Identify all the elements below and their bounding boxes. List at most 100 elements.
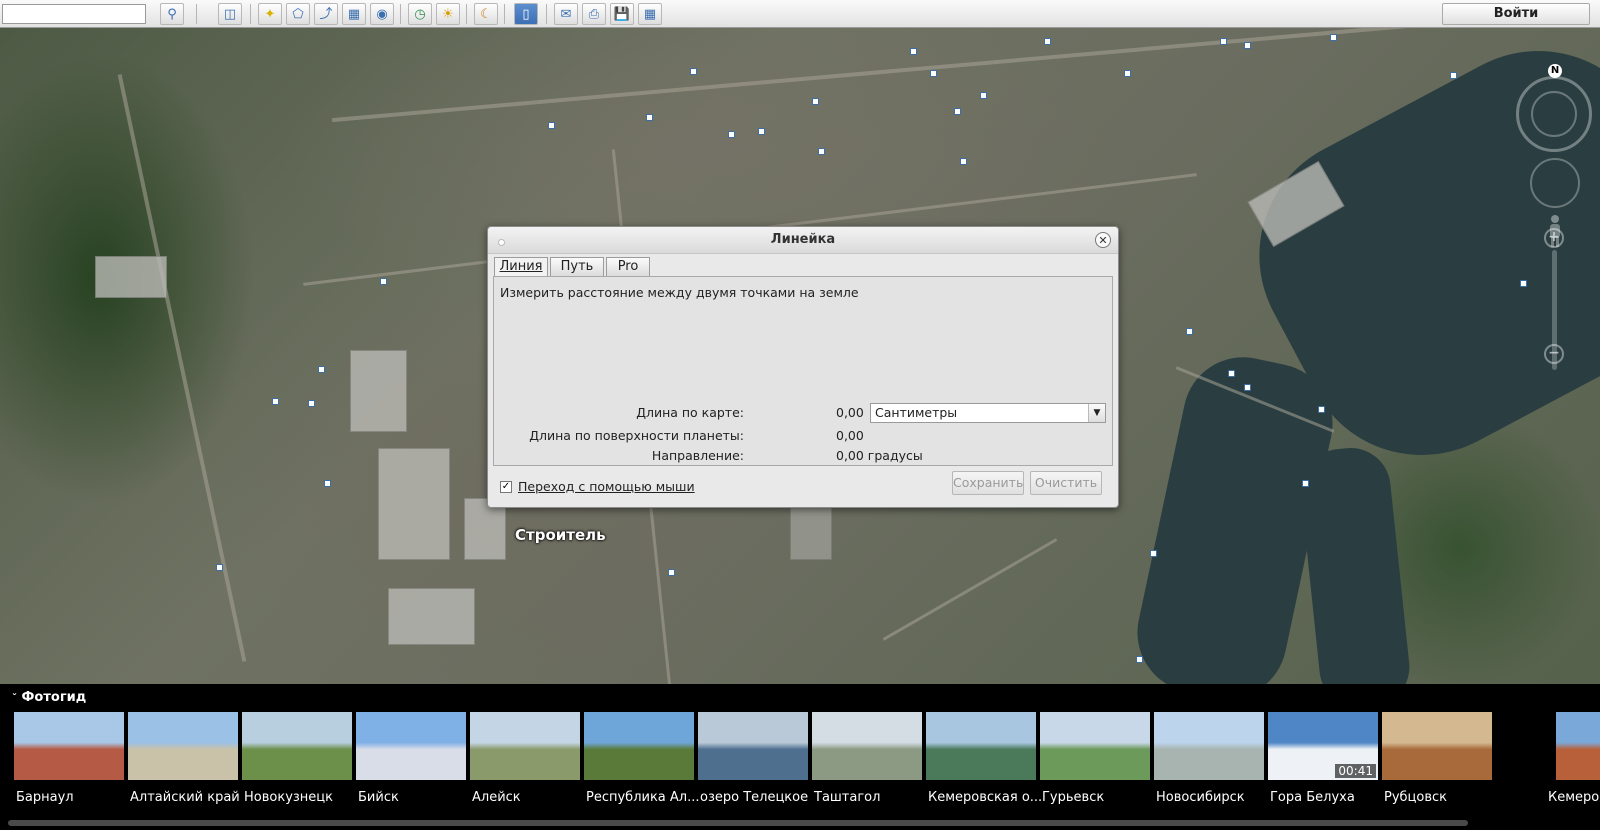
photo-thumbnail[interactable]: 00:41 [1268, 712, 1378, 780]
search-input[interactable] [2, 4, 146, 24]
poi-marker[interactable] [910, 48, 917, 55]
search-button[interactable]: ⚲ [160, 3, 184, 25]
photo-label[interactable]: Республика Ал... [586, 790, 700, 805]
photo-label[interactable]: Таштагол [814, 790, 880, 805]
photo-thumbnail[interactable] [698, 712, 808, 780]
photo-label[interactable]: Барнаул [16, 790, 74, 805]
look-joystick[interactable] [1530, 158, 1580, 208]
photo-thumbnail[interactable] [128, 712, 238, 780]
tab-pro[interactable]: Pro [606, 257, 650, 277]
poi-marker[interactable] [646, 114, 653, 121]
photo-thumbnail[interactable] [584, 712, 694, 780]
photo-label[interactable]: Новокузнецк [244, 790, 333, 805]
sunlight-button[interactable]: ☀ [436, 3, 460, 25]
record-tour-button[interactable]: ◉ [370, 3, 394, 25]
north-indicator[interactable]: N [1548, 64, 1562, 78]
poi-marker[interactable] [1150, 550, 1157, 557]
poi-marker[interactable] [1450, 72, 1457, 79]
photo-label[interactable]: озеро Телецкое [700, 790, 808, 805]
rotation-control[interactable] [1531, 91, 1577, 137]
poi-marker[interactable] [548, 122, 555, 129]
poi-marker[interactable] [1318, 406, 1325, 413]
photo-label[interactable]: Алейск [472, 790, 521, 805]
photo-thumbnail[interactable] [812, 712, 922, 780]
add-overlay-button[interactable]: ▦ [342, 3, 366, 25]
poi-marker[interactable] [318, 366, 325, 373]
mouse-navigation-checkbox[interactable]: ✓ [500, 481, 512, 493]
historical-imagery-button[interactable]: ◷ [408, 3, 432, 25]
add-path-button[interactable]: ⤴ [314, 3, 338, 25]
poi-marker[interactable] [1228, 370, 1235, 377]
poi-marker[interactable] [728, 131, 735, 138]
poi-marker[interactable] [1124, 70, 1131, 77]
zoom-out-button[interactable]: − [1544, 344, 1564, 364]
poi-marker[interactable] [960, 158, 967, 165]
road [117, 74, 247, 662]
print-button[interactable]: ⎙ [582, 3, 606, 25]
navigation-ring[interactable] [1516, 76, 1592, 152]
poi-marker[interactable] [818, 148, 825, 155]
photo-label[interactable]: Бийск [358, 790, 399, 805]
photo-thumbnail[interactable] [14, 712, 124, 780]
close-button[interactable]: ✕ [1095, 232, 1111, 248]
email-button[interactable]: ✉ [554, 3, 578, 25]
poi-marker[interactable] [690, 68, 697, 75]
poi-marker[interactable] [308, 400, 315, 407]
photo-thumbnail[interactable] [242, 712, 352, 780]
photo-thumbnail[interactable] [356, 712, 466, 780]
unit-dropdown[interactable]: Сантиметры ▼ [870, 403, 1106, 423]
chevron-down-icon[interactable]: ˇ [12, 693, 17, 704]
dialog-titlebar[interactable]: Линейка ✕ [488, 227, 1118, 254]
poi-marker[interactable] [1220, 38, 1227, 45]
poi-marker[interactable] [1244, 384, 1251, 391]
clear-button[interactable]: Очистить [1030, 471, 1102, 495]
poi-marker[interactable] [216, 564, 223, 571]
photo-label[interactable]: Кемерово [1548, 790, 1600, 805]
poi-marker[interactable] [980, 92, 987, 99]
photo-thumbnail[interactable] [1382, 712, 1492, 780]
poi-marker[interactable] [272, 398, 279, 405]
save-button[interactable]: Сохранить [952, 471, 1024, 495]
poi-marker[interactable] [380, 278, 387, 285]
photo-label[interactable]: Гора Белуха [1270, 790, 1355, 805]
photo-label[interactable]: Новосибирск [1156, 790, 1245, 805]
tab-path[interactable]: Путь [550, 257, 604, 277]
login-button[interactable]: Войти [1442, 3, 1590, 25]
planets-button[interactable]: ☾ [474, 3, 498, 25]
tab-line[interactable]: Линия [494, 257, 548, 277]
ruler-button[interactable]: ▯ [514, 3, 538, 25]
poi-marker[interactable] [1186, 328, 1193, 335]
save-image-button[interactable]: 💾 [610, 3, 634, 25]
photo-label[interactable]: Рубцовск [1384, 790, 1447, 805]
add-placemark-button[interactable]: ✦ [258, 3, 282, 25]
place-label[interactable]: Строитель [515, 526, 606, 544]
photo-label[interactable]: Гурьевск [1042, 790, 1104, 805]
view-in-maps-button[interactable]: ▦ [638, 3, 662, 25]
poi-marker[interactable] [1330, 34, 1337, 41]
photo-thumbnail[interactable] [1556, 712, 1600, 780]
photo-label[interactable]: Алтайский край [130, 790, 240, 805]
photo-label[interactable]: Кемеровская о... [928, 790, 1042, 805]
poi-marker[interactable] [1302, 480, 1309, 487]
photo-guide-header[interactable]: ˇ Фотогид [12, 690, 86, 705]
poi-marker[interactable] [930, 70, 937, 77]
sidebar-toggle-button[interactable]: ◫ [218, 3, 242, 25]
poi-marker[interactable] [668, 569, 675, 576]
chevron-down-icon[interactable]: ▼ [1088, 404, 1105, 422]
poi-marker[interactable] [324, 480, 331, 487]
poi-marker[interactable] [1244, 42, 1251, 49]
horizontal-scrollbar[interactable] [8, 820, 1468, 826]
poi-marker[interactable] [812, 98, 819, 105]
photo-thumbnail[interactable] [470, 712, 580, 780]
zoom-in-button[interactable]: + [1544, 228, 1564, 248]
poi-marker[interactable] [1044, 38, 1051, 45]
add-polygon-button[interactable]: ⬠ [286, 3, 310, 25]
mouse-navigation-label[interactable]: Переход с помощью мыши [518, 479, 695, 494]
photo-thumbnail[interactable] [1154, 712, 1264, 780]
photo-thumbnail[interactable] [1040, 712, 1150, 780]
poi-marker[interactable] [954, 108, 961, 115]
poi-marker[interactable] [1136, 656, 1143, 663]
photo-thumbnail[interactable] [926, 712, 1036, 780]
poi-marker[interactable] [758, 128, 765, 135]
poi-marker[interactable] [1520, 280, 1527, 287]
